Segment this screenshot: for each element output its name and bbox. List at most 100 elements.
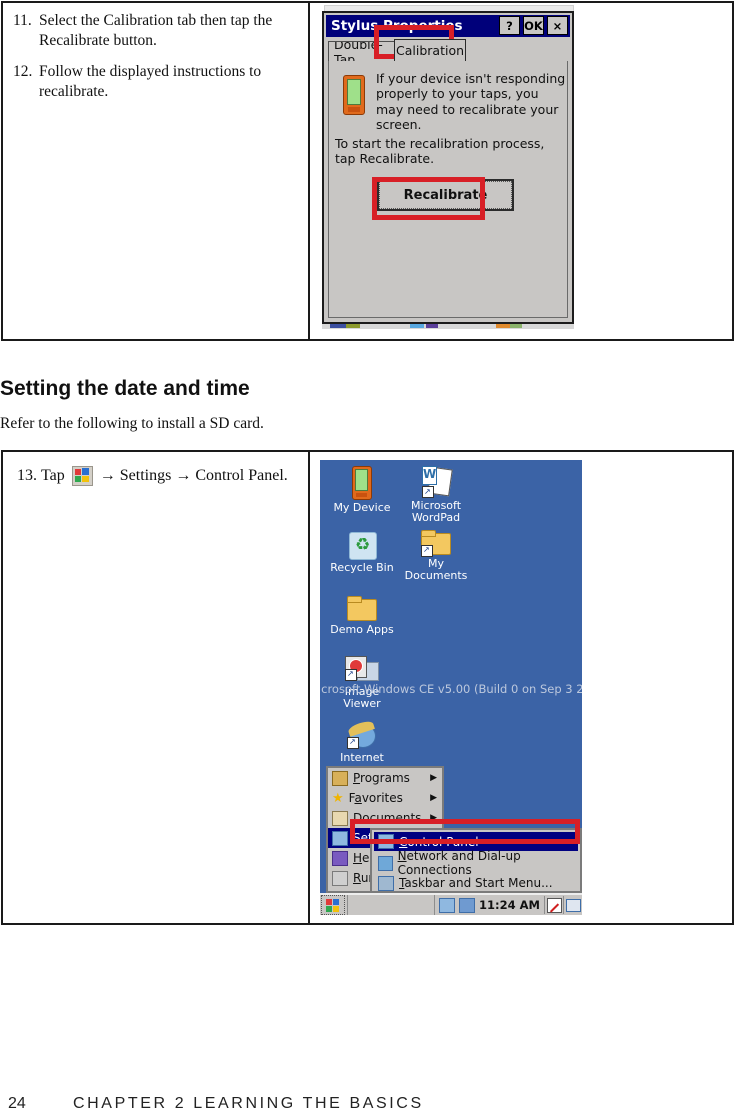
desktop-icon-label: Demo Apps [330, 623, 394, 636]
desktop-icon-label: Recycle Bin [330, 561, 394, 574]
submenu-label: Network and Dial-up Connections [397, 849, 521, 877]
star-icon: ★ [332, 790, 344, 806]
documents-icon [332, 810, 348, 826]
help-icon [332, 850, 348, 866]
strip-color-5 [496, 324, 510, 328]
run-icon [332, 870, 348, 886]
start-menu-label: Programs [353, 771, 410, 785]
list-item: 13. Tap → Settings → Control Panel. [3, 452, 308, 486]
network-connection-2-icon[interactable] [459, 897, 476, 913]
network-icon [378, 855, 393, 871]
desktop-icon-demo-apps[interactable]: Demo Apps [328, 596, 396, 636]
list-item: 11. Select the Calibration tab then tap … [13, 11, 298, 51]
step-number: 11. [13, 12, 32, 29]
desktop-icon-label: My Documents [404, 557, 468, 582]
page-title: Setting the date and time [0, 377, 250, 400]
page-footer: 24 CHAPTER 2 LEARNING THE BASICS [8, 1095, 708, 1117]
section-intro-text: Refer to the following to install a SD c… [0, 415, 264, 432]
demo-apps-icon [346, 596, 378, 622]
step-prefix: Tap [41, 467, 65, 484]
document-page: 11. Select the Calibration tab then tap … [0, 0, 736, 1118]
recycle-bin-icon: ♻ [347, 530, 377, 560]
desktop-icon-label: My Device [333, 501, 391, 514]
desktop-icon-recycle-bin[interactable]: ♻ Recycle Bin [328, 530, 396, 574]
tab-calibration-label: Calibration [396, 43, 465, 58]
taskbar: 11:24 AM [320, 893, 582, 915]
start-menu-label: Favorites [348, 791, 403, 805]
submenu-taskbar-start-menu[interactable]: Taskbar and Start Menu... [374, 873, 578, 893]
step-number: 12. [13, 63, 33, 81]
title-bar-buttons: ? OK × [499, 16, 568, 35]
system-tray: 11:24 AM [434, 895, 544, 915]
internet-explorer-icon: ↗ [347, 719, 377, 750]
desktop-icon-my-device[interactable]: My Device [328, 466, 396, 514]
start-button[interactable] [321, 895, 345, 915]
settings-icon [332, 830, 348, 846]
desktop-icon-my-documents[interactable]: ↗ My Documents [402, 530, 470, 582]
chevron-right-icon: ▶ [430, 773, 437, 783]
settings-submenu: Control Panel Network and Dial-up Connec… [370, 828, 582, 893]
desktop-icon-wordpad[interactable]: W ↗ Microsoft WordPad [402, 466, 470, 524]
ce-version-text: Microsoft Windows CE v5.00 (Build 0 on S… [320, 682, 582, 696]
desktop-icon-label: Internet [340, 751, 384, 764]
start-menu-documents[interactable]: Documents ▶ [328, 808, 442, 828]
image-viewer-icon: ↗ [345, 656, 379, 684]
dialog-body: If your device isn't responding properly… [328, 61, 568, 318]
submenu-label: Taskbar and Start Menu... [399, 876, 553, 890]
footer-chapter-title: CHAPTER 2 LEARNING THE BASICS [73, 1095, 424, 1112]
network-connection-icon[interactable] [439, 897, 456, 913]
dialog-title-bar: Stylus Properties ? OK × [326, 15, 570, 37]
submenu-network-dialup[interactable]: Network and Dial-up Connections [374, 849, 578, 877]
table-cell-instructions: 11. Select the Calibration tab then tap … [3, 3, 308, 339]
tab-double-tap[interactable]: Double-Tap [328, 41, 400, 61]
strip-color-1 [330, 324, 346, 328]
recalibrate-button-label: Recalibrate [379, 181, 512, 209]
close-button[interactable]: × [547, 16, 568, 35]
table-calibration: 11. Select the Calibration tab then tap … [1, 1, 734, 341]
dialog-info-text: If your device isn't responding properly… [376, 71, 566, 132]
windows-ce-desktop: My Device W ↗ Microsoft WordPad ♻ Recycl… [320, 460, 582, 915]
tab-calibration[interactable]: Calibration [394, 39, 466, 61]
table-cell-instructions-2: 13. Tap → Settings → Control Panel. [3, 452, 308, 923]
start-menu-programs[interactable]: Programs ▶ [328, 768, 442, 788]
table-cell-screenshot-2: My Device W ↗ Microsoft WordPad ♻ Recycl… [310, 452, 732, 923]
chevron-right-icon: ▶ [430, 793, 437, 803]
table-controlpanel: 13. Tap → Settings → Control Panel. My D… [1, 450, 734, 925]
list-item: 12. Follow the displayed instructions to… [13, 62, 298, 102]
dialog-title: Stylus Properties [331, 18, 463, 34]
tab-double-tap-label: Double-Tap [334, 41, 383, 61]
dialog-tab-strip: Double-Tap Calibration [328, 39, 568, 62]
desktop-icon[interactable] [563, 896, 582, 914]
microsoft-wordpad-icon: W ↗ [421, 466, 453, 498]
submenu-label: Control Panel [399, 834, 479, 849]
strip-color-4 [426, 324, 438, 328]
table-cell-screenshot: Stylus Properties ? OK × Double-Tap Cali… [310, 3, 732, 339]
footer-page-number: 24 [8, 1095, 26, 1112]
strip-color-2 [346, 324, 360, 328]
taskbar-window-area [347, 895, 434, 915]
dialog-hint-text: To start the recalibration process, tap … [335, 136, 545, 167]
taskbar-icon [378, 875, 394, 891]
step-text: Select the Calibration tab then tap the … [39, 12, 273, 50]
desktop-icon-internet[interactable]: ↗ Internet [328, 719, 396, 764]
start-menu-favorites[interactable]: ★ Favorites ▶ [328, 788, 442, 808]
step-suffix: → Settings → Control Panel. [99, 467, 288, 484]
desktop-icon-label: Microsoft WordPad [410, 499, 462, 524]
strip-color-6 [510, 324, 522, 328]
chevron-right-icon: ▶ [430, 813, 437, 823]
step-number: 13. [17, 467, 37, 484]
step-text: Follow the displayed instructions to rec… [39, 63, 262, 101]
stylus-input-icon[interactable] [544, 896, 563, 914]
control-panel-icon [378, 834, 394, 849]
strip-color-3 [410, 324, 424, 328]
recalibrate-button[interactable]: Recalibrate [377, 179, 514, 211]
clock-label[interactable]: 11:24 AM [479, 898, 540, 912]
stylus-properties-dialog: Stylus Properties ? OK × Double-Tap Cali… [322, 11, 574, 324]
start-flag-icon [71, 466, 93, 486]
programs-icon [332, 770, 348, 786]
start-menu-label: Documents [353, 811, 422, 825]
my-documents-icon: ↗ [420, 530, 452, 557]
help-button[interactable]: ? [499, 16, 520, 35]
pda-device-icon [343, 75, 365, 115]
ok-button[interactable]: OK [523, 16, 544, 35]
